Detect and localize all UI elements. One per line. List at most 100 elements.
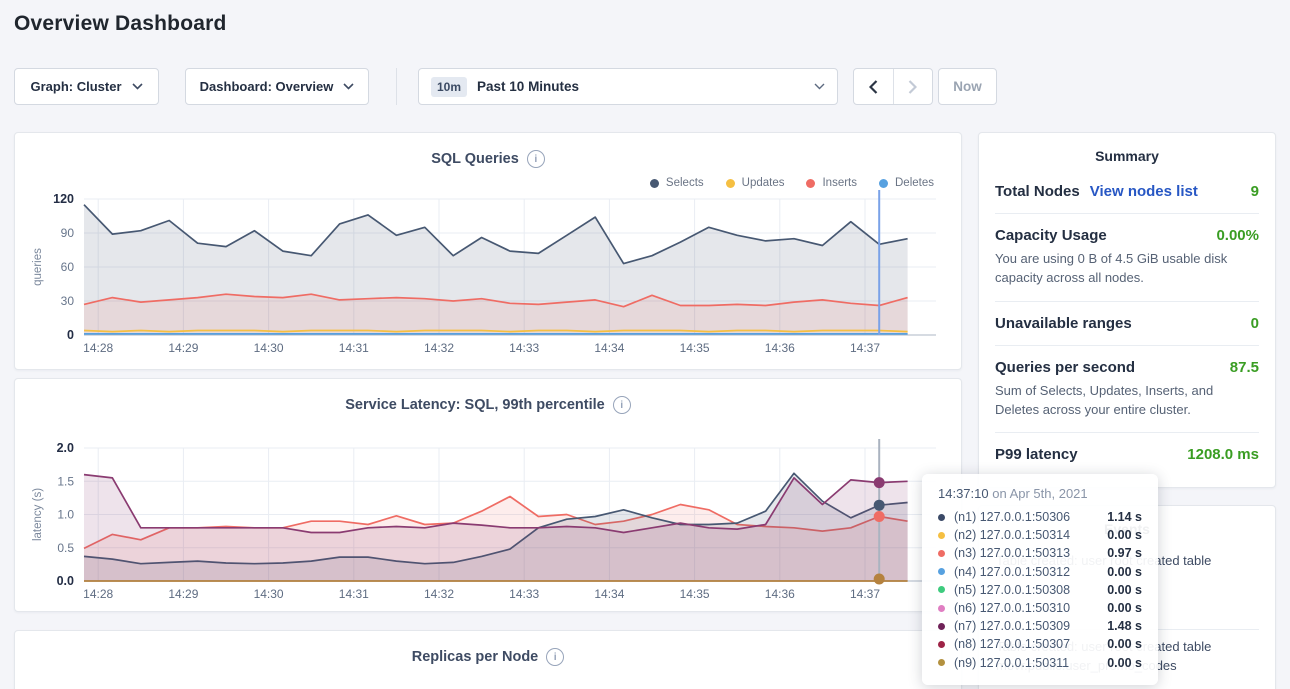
svg-text:14:35: 14:35 [680, 341, 710, 355]
sql-queries-chart-card: SQL Queries i SelectsUpdatesInsertsDelet… [14, 132, 962, 370]
unavailable-ranges-value: 0 [1251, 315, 1259, 332]
tooltip-node-value: 0.00 s [1107, 528, 1142, 542]
tooltip-row: (n7) 127.0.0.1:50309 1.48 s [938, 617, 1142, 635]
summary-row-total-nodes: Total Nodes View nodes list 9 [995, 170, 1259, 214]
service-latency-chart-card: Service Latency: SQL, 99th percentile i … [14, 378, 962, 612]
chevron-down-icon [343, 83, 354, 90]
svg-text:14:30: 14:30 [254, 587, 284, 601]
tooltip-rows: (n1) 127.0.0.1:50306 1.14 s (n2) 127.0.0.1… [938, 508, 1142, 672]
dashboard-dropdown[interactable]: Dashboard: Overview [185, 68, 369, 105]
svg-text:queries: queries [32, 248, 44, 286]
tooltip-row: (n2) 127.0.0.1:50314 0.00 s [938, 526, 1142, 544]
svg-text:14:37: 14:37 [850, 587, 880, 601]
svg-text:14:37: 14:37 [850, 341, 880, 355]
tooltip-row: (n5) 127.0.0.1:503080.00 s [938, 581, 1142, 599]
tooltip-row: (n3) 127.0.0.1:50313 0.97 s [938, 544, 1142, 562]
chart-hover-tooltip: 14:37:10 on Apr 5th, 2021 (n1) 127.0.0.1… [922, 474, 1158, 685]
tooltip-node-value: 0.00 s [1107, 637, 1142, 651]
time-range-picker[interactable]: 10m Past 10 Minutes [418, 68, 838, 105]
tooltip-node-value: 0.00 s [1107, 583, 1142, 597]
svg-text:14:34: 14:34 [594, 341, 624, 355]
tooltip-timestamp: 14:37:10 on Apr 5th, 2021 [938, 486, 1142, 501]
service-latency-plot[interactable]: 14:28 14:29 14:30 14:31 14:32 14:33 14:34 14:35… [15, 379, 963, 613]
series-dot [938, 550, 945, 557]
svg-text:14:33: 14:33 [509, 587, 539, 601]
tooltip-node-value: 1.48 s [1107, 619, 1142, 633]
series-dot [938, 586, 945, 593]
time-range-label: Past 10 Minutes [477, 79, 579, 94]
time-range-badge: 10m [431, 77, 467, 97]
time-nav-group [853, 68, 933, 105]
svg-text:1.5: 1.5 [57, 474, 74, 488]
total-nodes-value: 9 [1251, 183, 1259, 200]
svg-text:90: 90 [61, 226, 75, 240]
svg-text:14:31: 14:31 [339, 587, 369, 601]
svg-text:0.5: 0.5 [57, 541, 74, 555]
unavailable-ranges-label: Unavailable ranges [995, 315, 1132, 332]
time-back-button[interactable] [854, 69, 893, 104]
svg-text:0.0: 0.0 [57, 574, 74, 588]
tooltip-row: (n6) 127.0.0.1:503100.00 s [938, 599, 1142, 617]
svg-text:14:36: 14:36 [765, 341, 795, 355]
chevron-right-icon [908, 80, 917, 94]
graph-dropdown[interactable]: Graph: Cluster [14, 68, 159, 105]
sql-queries-plot[interactable]: 14:28 14:29 14:30 14:31 14:32 14:33 14:34 14:35… [15, 133, 963, 371]
tooltip-node-label: (n9) 127.0.0.1:50311 [954, 656, 1069, 670]
svg-text:14:36: 14:36 [765, 587, 795, 601]
tooltip-node-label: (n7) 127.0.0.1:50309 [954, 619, 1070, 633]
tooltip-row: (n9) 127.0.0.1:50311 0.00 s [938, 654, 1142, 672]
qps-label: Queries per second [995, 359, 1135, 376]
svg-text:14:33: 14:33 [509, 341, 539, 355]
replicas-chart-header: Replicas per Node i [15, 648, 961, 666]
svg-text:14:31: 14:31 [339, 341, 369, 355]
chevron-down-icon [814, 83, 825, 90]
page-title: Overview Dashboard [14, 12, 227, 36]
svg-text:14:34: 14:34 [594, 587, 624, 601]
view-nodes-list-link[interactable]: View nodes list [1090, 183, 1198, 200]
p99-latency-label: P99 latency [995, 446, 1078, 463]
svg-text:14:29: 14:29 [168, 341, 198, 355]
svg-text:14:30: 14:30 [254, 341, 284, 355]
chevron-left-icon [869, 80, 878, 94]
svg-text:14:32: 14:32 [424, 587, 454, 601]
tooltip-node-label: (n6) 127.0.0.1:50310 [954, 601, 1070, 615]
time-forward-button[interactable] [893, 69, 933, 104]
svg-text:14:28: 14:28 [83, 587, 113, 601]
series-dot [938, 605, 945, 612]
tooltip-time: 14:37:10 [938, 486, 989, 501]
svg-text:1.0: 1.0 [57, 508, 74, 522]
tooltip-node-value: 0.00 s [1107, 656, 1142, 670]
tooltip-node-value: 0.00 s [1107, 565, 1142, 579]
tooltip-node-value: 1.14 s [1107, 510, 1142, 524]
tooltip-node-label: (n4) 127.0.0.1:50312 [954, 565, 1070, 579]
series-dot [938, 623, 945, 630]
info-icon[interactable]: i [546, 648, 564, 666]
capacity-usage-label: Capacity Usage [995, 227, 1107, 244]
now-button[interactable]: Now [938, 68, 997, 105]
summary-row-capacity: Capacity Usage 0.00% You are using 0 B o… [995, 214, 1259, 302]
summary-row-p99-latency: P99 latency 1208.0 ms [995, 433, 1259, 476]
chevron-down-icon [132, 83, 143, 90]
overview-dashboard-page: Overview Dashboard Graph: Cluster Dashbo… [0, 0, 1290, 689]
tooltip-node-label: (n3) 127.0.0.1:50313 [954, 546, 1070, 560]
tooltip-node-label: (n1) 127.0.0.1:50306 [954, 510, 1070, 524]
tooltip-node-label: (n2) 127.0.0.1:50314 [954, 528, 1070, 542]
svg-text:latency (s): latency (s) [32, 488, 44, 541]
svg-text:14:35: 14:35 [680, 587, 710, 601]
tooltip-row: (n1) 127.0.0.1:50306 1.14 s [938, 508, 1142, 526]
series-dot [938, 641, 945, 648]
summary-card: Summary Total Nodes View nodes list 9 Ca… [978, 132, 1276, 488]
svg-text:14:32: 14:32 [424, 341, 454, 355]
series-dot [938, 532, 945, 539]
svg-text:14:29: 14:29 [168, 587, 198, 601]
svg-text:14:28: 14:28 [83, 341, 113, 355]
summary-heading: Summary [979, 133, 1275, 164]
qps-value: 87.5 [1230, 359, 1259, 376]
series-dot [938, 659, 945, 666]
chart-title: Replicas per Node [412, 649, 539, 665]
dashboard-dropdown-label: Dashboard: Overview [200, 79, 334, 94]
svg-text:60: 60 [61, 260, 75, 274]
tooltip-node-value: 0.97 s [1107, 546, 1142, 560]
summary-row-qps: Queries per second 87.5 Sum of Selects, … [995, 346, 1259, 434]
graph-dropdown-label: Graph: Cluster [30, 79, 121, 94]
